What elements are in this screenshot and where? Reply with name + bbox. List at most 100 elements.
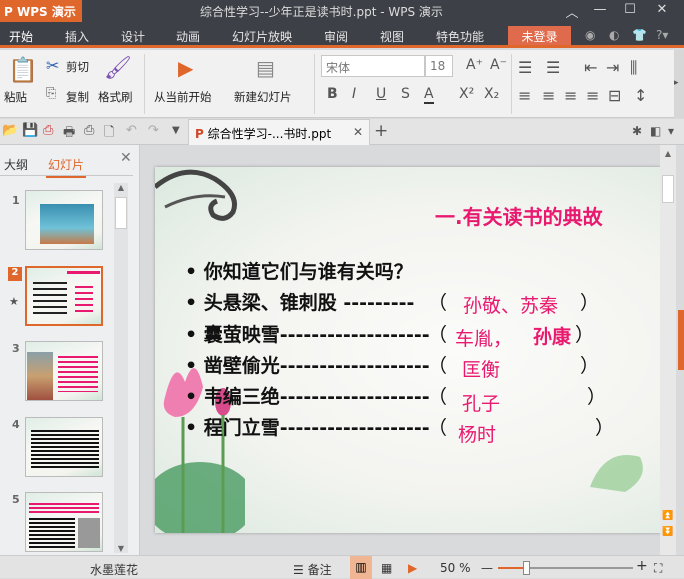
tab-insert[interactable]: 插入: [65, 28, 89, 45]
tab-home[interactable]: 开始: [9, 28, 33, 45]
font-family-select[interactable]: 宋体: [321, 55, 425, 77]
shadow-icon[interactable]: S: [401, 86, 410, 102]
fit-window-icon[interactable]: ⛶: [654, 561, 662, 576]
slide[interactable]: 一.有关读书的典故 • 你知道它们与谁有关吗？ • 头悬梁、锥刺股 ------…: [155, 167, 662, 533]
prev-slide-icon[interactable]: ⏫: [662, 511, 673, 521]
slide-sorter-icon[interactable]: ▦: [381, 561, 392, 575]
side-panel-toggle[interactable]: [678, 310, 684, 370]
theme-name: 水墨莲花: [90, 563, 139, 577]
slide-scrollbar[interactable]: ▲ ⏫ ⏬: [660, 145, 676, 555]
tab-menu-icon[interactable]: ▾: [668, 124, 674, 138]
tab-review[interactable]: 审阅: [324, 28, 348, 45]
paste-button[interactable]: 粘贴: [4, 89, 27, 105]
login-button[interactable]: 未登录: [508, 26, 571, 45]
next-slide-icon[interactable]: ⏬: [662, 527, 673, 537]
align-right-icon[interactable]: ≡: [564, 86, 577, 105]
zoom-in-button[interactable]: +: [636, 558, 648, 574]
tab-outline[interactable]: 大纲: [4, 156, 28, 173]
cut-button[interactable]: 剪切: [66, 59, 89, 75]
scissors-icon: ✂: [46, 56, 60, 75]
close-button[interactable]: ✕: [652, 2, 672, 17]
new-tab-icon[interactable]: +: [374, 121, 388, 141]
answer: 孙敬、苏秦: [463, 295, 559, 317]
print-preview-icon[interactable]: ⎙: [84, 123, 94, 138]
bullet-list-icon[interactable]: ☰: [518, 58, 532, 77]
numbered-list-icon[interactable]: ☰: [546, 58, 560, 77]
redo-icon[interactable]: ↷: [148, 123, 159, 138]
italic-icon[interactable]: I: [352, 86, 356, 102]
story-row: • 程门立雪-------------------: [185, 417, 430, 439]
ppt-file-icon: P: [195, 127, 204, 141]
wps-menu-button[interactable]: P WPS 演示 ▾: [0, 0, 82, 34]
align-center-icon[interactable]: ≡: [542, 86, 555, 105]
align-left-icon[interactable]: ≡: [518, 86, 531, 105]
window-title: 综合性学习--少年正是读书时.ppt - WPS 演示: [200, 5, 443, 19]
distribute-icon[interactable]: ⊟: [608, 86, 621, 105]
answer: 孔子: [462, 393, 501, 415]
wps-logo-icon: P: [4, 5, 17, 19]
maximize-button[interactable]: ☐: [620, 2, 640, 17]
export-pdf-icon[interactable]: ⎙: [43, 123, 53, 138]
close-tab-icon[interactable]: ✕: [353, 125, 363, 139]
sync-icon[interactable]: ◐: [609, 28, 619, 42]
increase-font-icon[interactable]: A⁺: [466, 57, 483, 73]
panel-scrollbar[interactable]: ▲ ▼: [114, 183, 128, 553]
slide-thumbnail-5[interactable]: [25, 492, 103, 552]
justify-icon[interactable]: ≡: [586, 86, 599, 105]
tab-design[interactable]: 设计: [121, 28, 145, 45]
help-icon[interactable]: ?▾: [656, 28, 668, 42]
slide-thumbnail-3[interactable]: [25, 341, 103, 401]
paste-icon[interactable]: 📋: [8, 56, 38, 84]
underline-icon[interactable]: U: [376, 86, 386, 102]
bold-icon[interactable]: B: [327, 86, 338, 102]
status-bar: 水墨莲花 ☰ 备注 ▥ ▦ ▶ 50 % — + ⛶: [0, 555, 684, 579]
play-from-current-button[interactable]: 从当前开始: [154, 89, 212, 105]
decrease-font-icon[interactable]: A⁻: [490, 57, 507, 73]
font-size-select[interactable]: 18: [425, 55, 453, 77]
minimize-button[interactable]: —: [590, 2, 610, 17]
slideshow-icon[interactable]: ▶: [408, 561, 417, 575]
panel-scroll-thumb[interactable]: [115, 197, 127, 229]
subscript-icon[interactable]: X₂: [484, 86, 499, 102]
cloud-ornament-icon: [155, 169, 237, 221]
zoom-slider-handle[interactable]: [523, 561, 530, 575]
increase-indent-icon[interactable]: ⇥: [606, 58, 619, 77]
zoom-slider[interactable]: [498, 561, 633, 575]
new-slide-button[interactable]: 新建幻灯片: [234, 89, 292, 105]
save-icon[interactable]: 💾: [22, 123, 38, 138]
ribbon-scroll-right[interactable]: ▸: [674, 50, 684, 118]
tab-slideshow[interactable]: 幻灯片放映: [232, 28, 292, 45]
tab-features[interactable]: 特色功能: [436, 28, 484, 45]
document-tab[interactable]: P 综合性学习-...书时.ppt ✕: [188, 119, 370, 146]
slide-thumbnail-4[interactable]: [25, 417, 103, 477]
answer-2: 孙康: [533, 326, 572, 348]
skin-icon[interactable]: ◉: [585, 28, 595, 42]
quick-access-dropdown-icon[interactable]: ▼: [172, 125, 180, 136]
line-spacing-icon[interactable]: ↕: [634, 86, 647, 105]
superscript-icon[interactable]: X²: [459, 86, 474, 102]
lotus-pod-illustration: [590, 455, 643, 492]
collapse-ribbon-icon[interactable]: ︿: [562, 2, 582, 21]
shirt-icon[interactable]: 👕: [632, 28, 647, 42]
notes-button[interactable]: ☰ 备注: [293, 561, 332, 578]
slide-thumbnail-2[interactable]: [25, 266, 103, 326]
font-color-icon[interactable]: A: [424, 86, 434, 104]
play-from-current-icon: ▶: [178, 56, 194, 80]
find-icon[interactable]: 🗋: [104, 123, 114, 145]
close-panel-icon[interactable]: ✕: [120, 150, 132, 166]
copy-button[interactable]: 复制: [66, 89, 89, 105]
window-icon[interactable]: ◧: [650, 124, 661, 138]
decrease-indent-icon[interactable]: ⇤: [584, 58, 597, 77]
tab-animation[interactable]: 动画: [176, 28, 200, 45]
text-direction-icon[interactable]: ⫼: [630, 58, 637, 78]
scroll-thumb[interactable]: [662, 175, 674, 203]
open-icon[interactable]: 📂: [2, 123, 18, 138]
pin-icon[interactable]: ✱: [632, 124, 642, 138]
tab-view[interactable]: 视图: [380, 28, 404, 45]
slide-thumbnail-1[interactable]: [25, 190, 103, 250]
print-icon[interactable]: 🖶: [63, 123, 75, 145]
normal-view-icon[interactable]: ▥: [350, 556, 372, 579]
format-painter-button[interactable]: 格式刷: [98, 89, 133, 105]
zoom-out-button[interactable]: —: [481, 561, 493, 575]
undo-icon[interactable]: ↶: [126, 123, 137, 138]
